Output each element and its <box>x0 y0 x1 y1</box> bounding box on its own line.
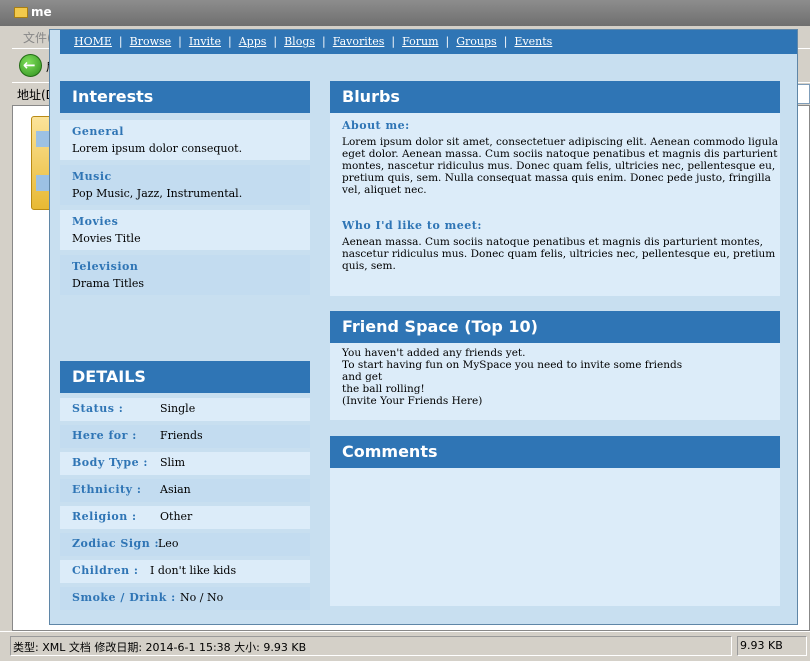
detail-row-religion: Religion : Other <box>60 506 310 529</box>
detail-row-body-type: Body Type : Slim <box>60 452 310 475</box>
status-bar: 类型: XML 文档 修改日期: 2014-6-1 15:38 大小: 9.93… <box>0 631 810 661</box>
status-main-pane: 类型: XML 文档 修改日期: 2014-6-1 15:38 大小: 9.93… <box>10 636 732 656</box>
detail-label: Here for : <box>72 429 137 442</box>
interest-label: General <box>72 125 124 138</box>
detail-value: Slim <box>160 456 186 469</box>
nav-link-events[interactable]: Events <box>514 35 552 48</box>
interest-row-music: Music Pop Music, Jazz, Instrumental. <box>60 165 310 205</box>
friend-space-message: You haven't added any friends yet. To st… <box>342 347 682 407</box>
detail-row-zodiac-sign: Zodiac Sign : Leo <box>60 533 310 556</box>
nav-link-apps[interactable]: Apps <box>239 35 267 48</box>
blurbs-panel: About me: Lorem ipsum dolor sit amet, co… <box>330 113 780 296</box>
detail-label: Children : <box>72 564 139 577</box>
about-me-text: Lorem ipsum dolor sit amet, consectetuer… <box>342 136 778 196</box>
interest-value: Lorem ipsum dolor consequot. <box>72 142 243 155</box>
comments-header: Comments <box>330 436 780 468</box>
detail-row-status: Status : Single <box>60 398 310 421</box>
blurbs-title: Blurbs <box>342 87 400 106</box>
back-arrow-icon: ← <box>23 56 36 74</box>
interest-row-general: General Lorem ipsum dolor consequot. <box>60 120 310 160</box>
interest-row-television: Television Drama Titles <box>60 255 310 295</box>
nav-separator: | <box>445 35 450 48</box>
detail-label: Zodiac Sign : <box>72 537 160 550</box>
friend-space-header: Friend Space (Top 10) <box>330 311 780 343</box>
invite-friends-link[interactable]: (Invite Your Friends Here) <box>342 395 682 407</box>
friend-line: and get <box>342 371 383 383</box>
blurbs-header: Blurbs <box>330 81 780 113</box>
friend-space-title: Friend Space (Top 10) <box>342 317 538 336</box>
detail-value: No / No <box>180 591 224 604</box>
nav-separator: | <box>391 35 396 48</box>
detail-label: Body Type : <box>72 456 148 469</box>
interests-header: Interests <box>60 81 310 113</box>
comments-panel <box>330 468 780 606</box>
interest-label: Movies <box>72 215 119 228</box>
interest-value: Drama Titles <box>72 277 145 290</box>
who-to-meet-heading: Who I'd like to meet: <box>342 219 482 232</box>
details-header: DETAILS <box>60 361 310 393</box>
detail-value: Other <box>160 510 193 523</box>
interest-value: Movies Title <box>72 232 141 245</box>
friend-line: the ball rolling! <box>342 383 425 395</box>
detail-value: Asian <box>160 483 191 496</box>
friend-space-panel: You haven't added any friends yet. To st… <box>330 343 780 420</box>
window-titlebar: me <box>0 0 810 26</box>
back-button[interactable]: ← <box>19 54 42 77</box>
interests-title: Interests <box>72 87 154 106</box>
detail-row-smoke-drink: Smoke / Drink : No / No <box>60 587 310 610</box>
detail-row-here-for: Here for : Friends <box>60 425 310 448</box>
nav-separator: | <box>322 35 326 48</box>
nav-separator: | <box>178 35 182 48</box>
detail-row-ethnicity: Ethnicity : Asian <box>60 479 310 502</box>
detail-row-children: Children : I don't like kids <box>60 560 310 583</box>
detail-value: Friends <box>160 429 203 442</box>
menu-file[interactable]: 文件( <box>23 29 52 46</box>
details-title: DETAILS <box>72 367 146 386</box>
profile-page: HOME | Browse | Invite | Apps | Blogs | Favorites |… <box>49 29 798 625</box>
status-text: 类型: XML 文档 修改日期: 2014-6-1 15:38 大小: 9.93… <box>13 641 307 654</box>
top-nav: HOME | Browse | Invite | Apps | Blogs | Favorites |… <box>60 30 797 54</box>
nav-link-groups[interactable]: Groups <box>456 35 496 48</box>
detail-value: Single <box>160 402 196 415</box>
detail-value: I don't like kids <box>150 564 237 577</box>
detail-value: Leo <box>158 537 179 550</box>
nav-link-blogs[interactable]: Blogs <box>284 35 315 48</box>
comments-title: Comments <box>342 442 438 461</box>
detail-label: Status : <box>72 402 124 415</box>
detail-label: Ethnicity : <box>72 483 142 496</box>
detail-label: Religion : <box>72 510 137 523</box>
friend-line: To start having fun on MySpace you need … <box>342 359 683 371</box>
interest-value: Pop Music, Jazz, Instrumental. <box>72 187 243 200</box>
status-size-pane: 9.93 KB <box>737 636 807 656</box>
nav-links: HOME | Browse | Invite | Apps | Blogs | Favorites |… <box>74 35 552 49</box>
nav-separator: | <box>273 35 278 48</box>
detail-label: Smoke / Drink : <box>72 591 176 604</box>
nav-separator: | <box>118 35 123 48</box>
friend-line: You haven't added any friends yet. <box>342 347 526 359</box>
nav-link-invite[interactable]: Invite <box>189 35 221 48</box>
window-title: me <box>31 5 52 19</box>
nav-link-forum[interactable]: Forum <box>402 35 438 48</box>
interest-row-movies: Movies Movies Title <box>60 210 310 250</box>
interest-label: Television <box>72 260 139 273</box>
status-size: 9.93 KB <box>740 639 783 652</box>
interest-label: Music <box>72 170 112 183</box>
nav-separator: | <box>503 35 508 48</box>
who-to-meet-text: Aenean massa. Cum sociis natoque penatib… <box>342 236 776 272</box>
about-me-heading: About me: <box>342 119 410 132</box>
nav-link-browse[interactable]: Browse <box>130 35 172 48</box>
folder-icon <box>14 7 28 18</box>
nav-link-favorites[interactable]: Favorites <box>333 35 385 48</box>
nav-link-home[interactable]: HOME <box>74 35 112 48</box>
nav-separator: | <box>227 35 232 48</box>
